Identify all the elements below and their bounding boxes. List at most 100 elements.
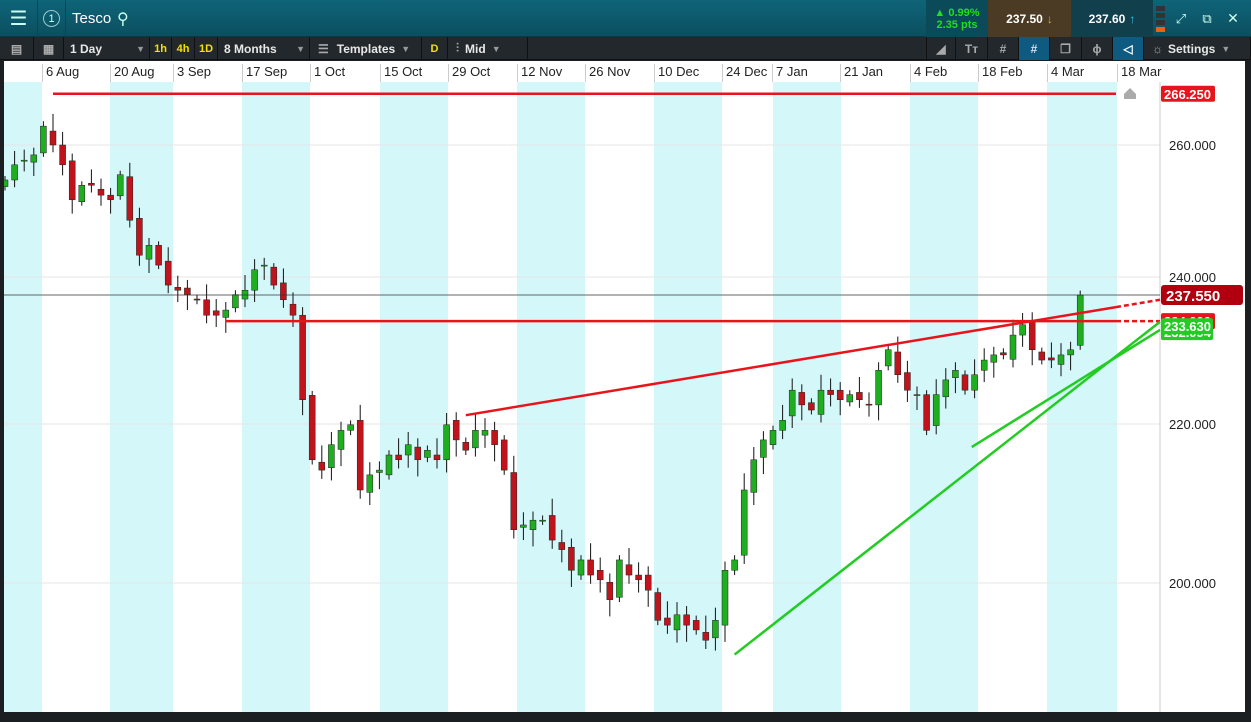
candle-up	[30, 154, 38, 163]
signal-strength-icon	[1153, 0, 1167, 37]
candle-down	[683, 614, 690, 626]
candle-down	[836, 389, 844, 400]
candle-down	[798, 392, 806, 406]
candle-down	[174, 287, 182, 291]
chevron-down-icon: ▼	[491, 43, 501, 54]
d-badge[interactable]: D	[422, 37, 448, 60]
candle-up	[222, 309, 230, 318]
candle-down	[59, 144, 66, 166]
change-indicator: ▲ 0.99% 2.35 pts	[926, 0, 988, 37]
expand-icon[interactable]: ⤢	[1168, 0, 1194, 37]
candle-down	[270, 266, 278, 286]
candle-up	[980, 359, 988, 371]
candle-down	[164, 260, 172, 286]
candles-icon: ⫶	[456, 41, 460, 55]
candle-up	[971, 374, 978, 391]
candle-up	[366, 474, 374, 493]
candle-down	[280, 282, 287, 301]
chevron-down-icon: ▼	[401, 43, 411, 54]
buy-button[interactable]: 237.60 ↑	[1071, 0, 1153, 37]
sliders-icon: ☰	[318, 41, 329, 56]
candle-down	[193, 298, 201, 301]
current-price-label: 237.550	[1166, 288, 1220, 305]
close-icon[interactable]: ✕	[1220, 0, 1246, 37]
candle-down	[587, 559, 594, 576]
candle-up	[952, 370, 959, 378]
chart-canvas[interactable]: 260.000240.000220.000200.000266.250234.0…	[1, 82, 1245, 712]
down-arrow-icon: ↓	[1046, 11, 1053, 26]
range-select[interactable]: 8 Months ▼	[218, 37, 310, 60]
candle-up	[1009, 334, 1017, 360]
layout-icon[interactable]: ▦	[34, 37, 64, 60]
session-band	[4, 82, 42, 712]
candle-down	[184, 287, 191, 295]
candle-down	[299, 314, 306, 400]
date-tick-label: 21 Jan	[840, 64, 883, 82]
gear-icon: ☼	[1152, 41, 1163, 56]
candle-down	[568, 546, 575, 571]
search-icon[interactable]: ⚲	[117, 0, 129, 37]
grid-icon[interactable]: #	[988, 37, 1019, 60]
date-tick-label: 26 Nov	[585, 64, 630, 82]
interval-4h[interactable]: 4h	[172, 37, 195, 60]
settings-button[interactable]: ☼ Settings ▼	[1144, 37, 1251, 60]
candle-up	[740, 489, 748, 556]
grid-edit-icon[interactable]: #	[1019, 37, 1050, 60]
crosshair-icon[interactable]: ϕ	[1082, 37, 1113, 60]
candle-up	[520, 524, 527, 528]
price-type-select[interactable]: ⫶ Mid ▼	[448, 37, 528, 60]
candle-up	[11, 164, 18, 181]
candle-down	[203, 299, 210, 316]
candle-down	[664, 617, 671, 626]
candle-down	[625, 564, 633, 576]
candle-up	[337, 430, 345, 450]
date-tick-label: 18 Mar	[1117, 64, 1161, 82]
candle-down	[923, 394, 930, 431]
interval-select[interactable]: 1 Day ▼	[64, 37, 150, 60]
candle-down	[308, 395, 316, 461]
text-icon[interactable]: Tт	[956, 37, 988, 60]
candle-up	[673, 614, 681, 631]
list-icon[interactable]: ▤	[0, 37, 34, 60]
draw-line-icon[interactable]: ◢	[926, 37, 956, 60]
candle-down	[356, 420, 364, 491]
candle-down	[433, 454, 441, 461]
title-bar: ☰ 1 Tesco ⚲ ▲ 0.99% 2.35 pts 237.50 ↓ 237.…	[0, 0, 1251, 37]
candle-down	[126, 176, 134, 221]
chart-toolbar: ▤ ▦ 1 Day ▼ 1h 4h 1D 8 Months ▼ ☰ Templates…	[0, 37, 1251, 60]
date-tick-label: 7 Jan	[772, 64, 808, 82]
candle-down	[491, 430, 498, 445]
date-tick-label: 18 Feb	[978, 64, 1022, 82]
candle-up	[539, 519, 546, 522]
candle-up	[750, 459, 758, 493]
sell-button[interactable]: 237.50 ↓	[988, 0, 1071, 37]
interval-1d[interactable]: 1D	[195, 37, 218, 60]
menu-icon[interactable]: ☰	[0, 0, 38, 37]
candle-up	[472, 430, 479, 449]
interval-1h[interactable]: 1h	[150, 37, 172, 60]
instrument-name[interactable]: Tesco	[72, 0, 111, 37]
window-number-badge[interactable]: 1	[38, 0, 66, 37]
date-tick-label: 20 Aug	[110, 64, 155, 82]
layers-icon[interactable]: ❐	[1050, 37, 1082, 60]
candle-down	[644, 574, 652, 591]
candle-up	[1067, 349, 1074, 356]
candle-up	[116, 174, 124, 197]
templates-button[interactable]: ☰ Templates ▼	[310, 37, 422, 60]
chevron-down-icon: ▼	[136, 43, 145, 54]
candle-down	[702, 632, 710, 641]
candle-up	[721, 570, 729, 626]
candle-down	[606, 581, 614, 600]
price-chart[interactable]: 260.000240.000220.000200.000266.250234.0…	[1, 82, 1245, 712]
candle-down	[452, 420, 460, 441]
candle-down	[462, 442, 470, 451]
buy-price: 237.60	[1088, 11, 1126, 26]
candle-down	[414, 446, 422, 461]
popout-icon[interactable]: ⧉	[1194, 0, 1220, 37]
candle-down	[894, 351, 902, 376]
label-tag-icon[interactable]: ◁	[1113, 37, 1144, 60]
settings-label: Settings	[1168, 41, 1216, 56]
candle-up	[731, 559, 738, 571]
candle-down	[500, 439, 508, 471]
date-tick-label: 3 Sep	[173, 64, 211, 82]
